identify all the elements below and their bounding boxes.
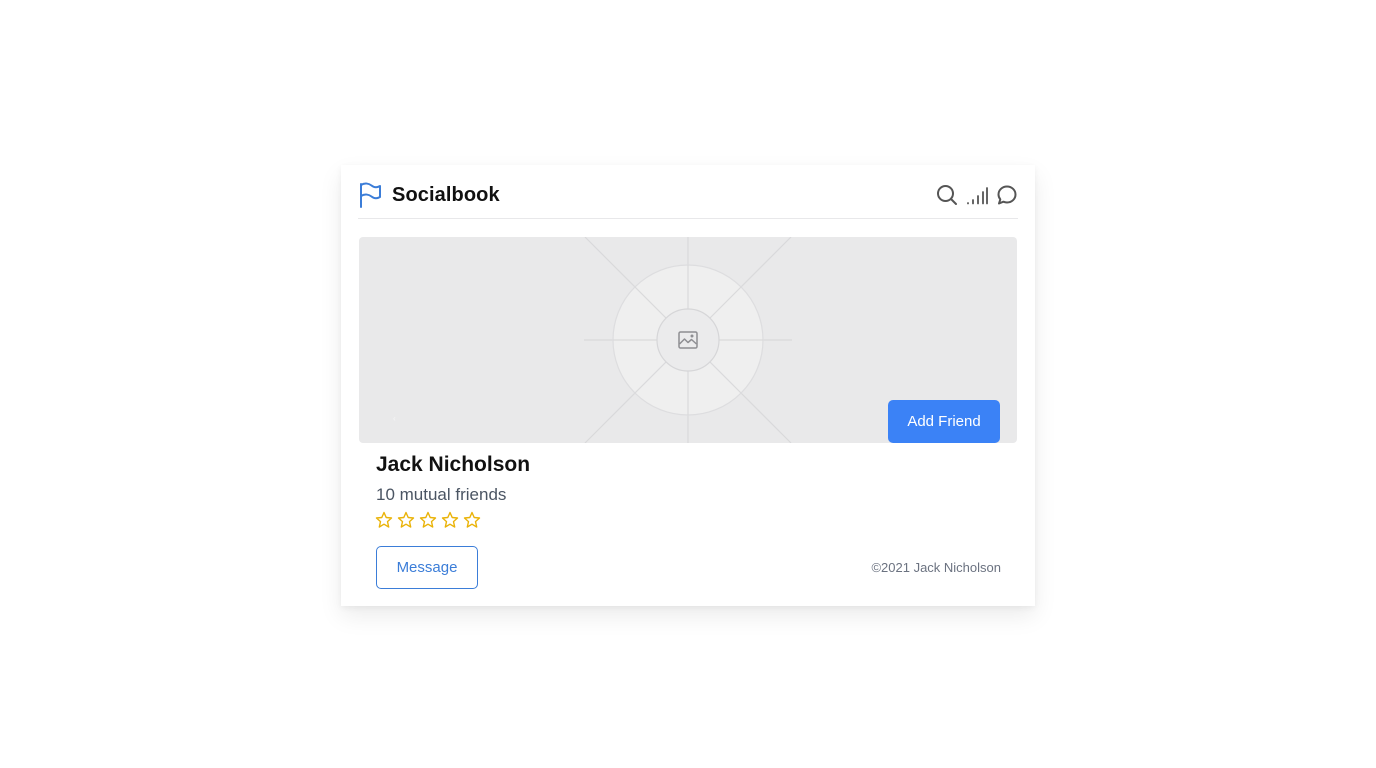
flag-icon xyxy=(358,181,382,209)
chat-bubble-icon[interactable] xyxy=(996,184,1018,206)
brand-name: Socialbook xyxy=(392,183,500,206)
star-icon[interactable] xyxy=(441,511,459,529)
mutual-friends-count: 10 mutual friends xyxy=(376,485,507,504)
copyright-text: ©2021 Jack Nicholson xyxy=(871,560,1001,575)
star-icon[interactable] xyxy=(397,511,415,529)
profile-name: Jack Nicholson xyxy=(376,453,531,476)
image-placeholder-icon xyxy=(678,330,698,350)
profile-card: Socialbook ‹ Add Friend Jack Nicholson 1… xyxy=(341,165,1035,606)
message-button[interactable]: Message xyxy=(376,546,478,589)
star-rating[interactable] xyxy=(375,511,481,529)
star-icon[interactable] xyxy=(419,511,437,529)
card-header: Socialbook xyxy=(358,177,1018,219)
header-actions xyxy=(936,183,1018,207)
carousel-prev-icon[interactable]: ‹ xyxy=(393,415,399,423)
brand[interactable]: Socialbook xyxy=(358,181,500,209)
add-friend-button[interactable]: Add Friend xyxy=(888,400,1000,443)
signal-icon[interactable] xyxy=(966,184,988,206)
search-icon[interactable] xyxy=(936,184,958,206)
star-icon[interactable] xyxy=(375,511,393,529)
star-icon[interactable] xyxy=(463,511,481,529)
